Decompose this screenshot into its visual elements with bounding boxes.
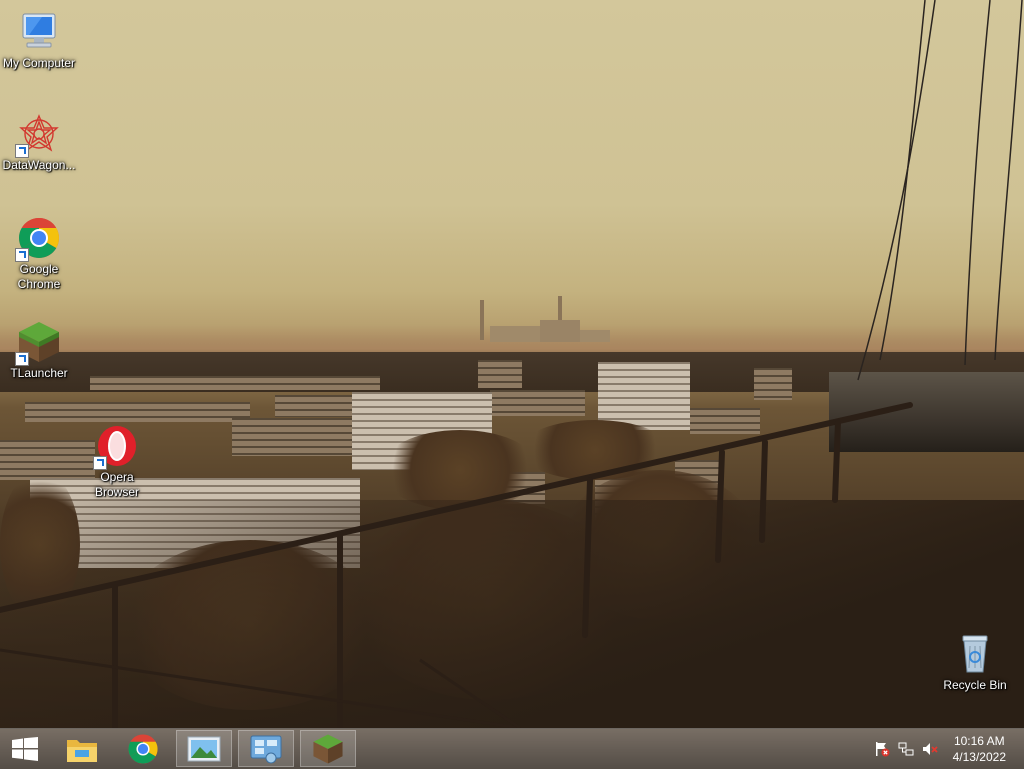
taskbar: 10:16 AM 4/13/2022 — [0, 728, 1024, 769]
desktop-icon-opera-browser[interactable]: Opera Browser — [78, 424, 156, 500]
tlauncher-grass-block-icon — [15, 320, 61, 366]
desktop-icon-label: Opera Browser — [94, 470, 139, 499]
control-panel-icon — [250, 735, 282, 763]
desktop-icon-recycle-bin[interactable]: Recycle Bin — [936, 632, 1014, 693]
shortcut-arrow-icon — [15, 144, 29, 158]
action-center-flag-icon[interactable] — [874, 741, 890, 757]
clock-date: 4/13/2022 — [952, 750, 1006, 764]
desktop-icon-label: Recycle Bin — [943, 678, 1007, 692]
photo-viewer-icon — [187, 736, 221, 761]
start-button[interactable] — [0, 730, 50, 767]
volume-muted-icon[interactable] — [922, 741, 938, 757]
railing — [0, 0, 1023, 728]
desktop-icon-google-chrome[interactable]: Google Chrome — [0, 216, 78, 292]
taskbar-photo-viewer-button[interactable] — [176, 730, 232, 767]
recycle-bin-icon — [953, 632, 997, 676]
shortcut-arrow-icon — [15, 248, 29, 262]
chrome-icon — [15, 216, 61, 262]
desktop-icon-label: Google Chrome — [17, 262, 61, 291]
chrome-icon — [128, 733, 158, 764]
network-icon[interactable] — [898, 741, 914, 757]
shortcut-arrow-icon — [93, 456, 107, 470]
taskbar-file-explorer-button[interactable] — [54, 730, 110, 767]
clock-time: 10:16 AM — [953, 734, 1005, 748]
tlauncher-icon — [313, 733, 343, 764]
desktop-icon-my-computer[interactable]: My Computer — [0, 10, 78, 71]
desktop-icon-label: TLauncher — [10, 366, 68, 380]
file-explorer-icon — [67, 739, 97, 762]
opera-icon — [93, 424, 139, 470]
computer-icon — [17, 10, 61, 54]
datawagon-icon — [15, 112, 61, 158]
desktop-icon-label: DataWagon... — [2, 158, 76, 172]
system-clock[interactable]: 10:16 AM 4/13/2022 — [953, 733, 1006, 765]
desktop-wallpaper: My Computer DataWagon... Google Chrome T… — [0, 0, 1024, 728]
taskbar-tlauncher-button[interactable] — [300, 730, 356, 767]
windows-start-icon — [12, 736, 38, 761]
shortcut-arrow-icon — [15, 352, 29, 366]
desktop-icon-tlauncher[interactable]: TLauncher — [0, 320, 78, 381]
desktop-icon-datawagon[interactable]: DataWagon... — [0, 112, 78, 173]
taskbar-control-panel-button[interactable] — [238, 730, 294, 767]
desktop-icon-label: My Computer — [2, 56, 76, 70]
taskbar-chrome-button[interactable] — [115, 730, 171, 767]
